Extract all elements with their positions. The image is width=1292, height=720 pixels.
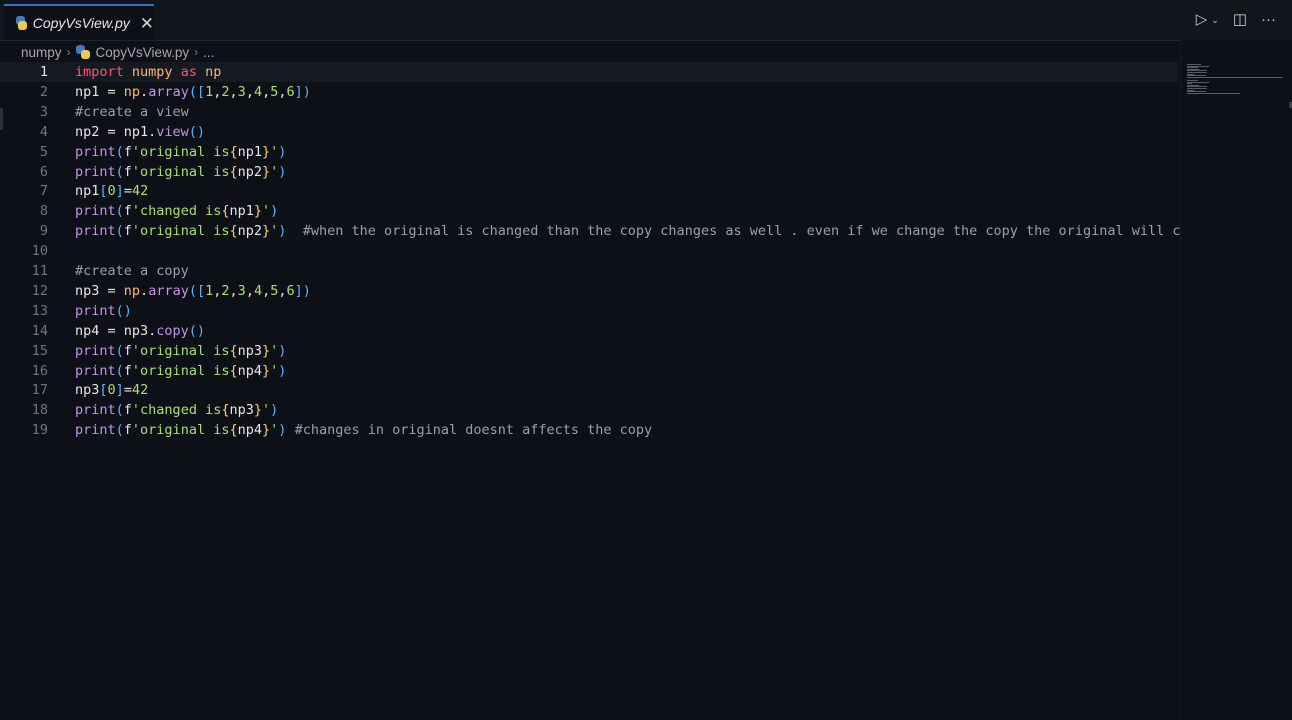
more-actions-icon[interactable]: ···: [1261, 10, 1276, 30]
code-line[interactable]: 7 np1[0]=42: [0, 181, 1180, 201]
line-number: 4: [39, 123, 48, 140]
code-text: np3 = np.array([1,2,3,4,5,6]): [75, 282, 311, 299]
line-number: 19: [31, 422, 48, 439]
code-line[interactable]: 6 print(f'original is{np2}'): [0, 162, 1180, 182]
run-icon[interactable]: ▷: [1196, 10, 1208, 30]
code-line[interactable]: 13 print(): [0, 301, 1180, 321]
line-number: 16: [31, 362, 48, 379]
line-number: 2: [39, 83, 48, 100]
tab-copyvsview[interactable]: CopyVsView.py ✕: [4, 4, 154, 40]
code-line[interactable]: 10: [0, 241, 1180, 261]
code-text: np3[0]=42: [75, 382, 149, 399]
chevron-right-icon: ›: [66, 45, 71, 59]
code-text: np1 = np.array([1,2,3,4,5,6]): [75, 83, 311, 100]
code-text: print(f'original is{np1}'): [75, 143, 287, 160]
code-text: print(f'original is{np4}'): [75, 362, 287, 379]
line-number: 17: [31, 382, 48, 399]
line-number: 12: [31, 282, 48, 299]
line-number: 5: [39, 143, 48, 160]
code-line[interactable]: 9 print(f'original is{np2}') #when the or…: [0, 221, 1189, 241]
editor-window: CopyVsView.py ✕ ▷ ⌄ ◫ ··· numpy › CopyVs…: [0, 0, 1292, 720]
line-number: 15: [31, 342, 48, 359]
line-number: 7: [39, 183, 48, 200]
code-text: print(f'changed is{np3}'): [75, 402, 279, 419]
code-line[interactable]: 12 np3 = np.array([1,2,3,4,5,6]): [0, 281, 1180, 301]
code-line[interactable]: 5 print(f'original is{np1}'): [0, 142, 1180, 162]
breadcrumb-folder[interactable]: numpy: [21, 45, 62, 60]
line-number: 13: [31, 302, 48, 319]
line-number: 3: [39, 103, 48, 120]
code-line[interactable]: 15 print(f'original is{np3}'): [0, 341, 1180, 361]
code-line[interactable]: 18 print(f'changed is{np3}'): [0, 400, 1180, 420]
tab-bar: CopyVsView.py ✕ ▷ ⌄ ◫ ···: [0, 0, 1292, 41]
code-editor[interactable]: 1 import numpy as np 2 np1 = np.array([1,2,…: [0, 62, 1189, 720]
code-line[interactable]: 1 import numpy as np: [0, 62, 1180, 82]
code-line[interactable]: 17 np3[0]=42: [0, 380, 1180, 400]
chevron-right-icon: ›: [194, 45, 199, 59]
tab-title: CopyVsView.py: [32, 15, 130, 31]
code-line[interactable]: 4 np2 = np1.view(): [0, 122, 1180, 142]
code-text: print(f'changed is{np1}'): [75, 203, 279, 220]
code-line[interactable]: 16 print(f'original is{np4}'): [0, 361, 1180, 381]
code-text: #create a view: [75, 103, 189, 120]
minimap-line: [1187, 76, 1283, 78]
code-text: np1[0]=42: [75, 183, 149, 200]
python-icon: [16, 16, 27, 30]
code-line[interactable]: 14 np4 = np3.copy(): [0, 321, 1180, 341]
code-text: np2 = np1.view(): [75, 123, 206, 140]
code-text: print(): [75, 302, 132, 319]
line-number: 8: [39, 203, 48, 220]
code-text: print(f'original is{np2}'): [75, 163, 287, 180]
code-text: print(f'original is{np2}') #when the ori…: [75, 223, 1189, 240]
line-number: 1: [39, 64, 48, 80]
breadcrumb: numpy › CopyVsView.py › ...: [0, 41, 1201, 63]
code-text: print(f'original is{np3}'): [75, 342, 287, 359]
editor-actions: ▷ ⌄ ◫ ···: [1196, 10, 1276, 30]
breadcrumb-more[interactable]: ...: [203, 45, 214, 60]
line-number: 11: [31, 263, 48, 279]
code-text: import numpy as np: [75, 64, 222, 80]
line-number: 18: [31, 402, 48, 419]
minimap[interactable]: [1180, 40, 1292, 720]
code-text: #create a copy: [75, 263, 189, 279]
line-number: 9: [39, 223, 48, 240]
line-number: 6: [39, 163, 48, 180]
code-line[interactable]: 19 print(f'original is{np4}') #changes in…: [0, 420, 1180, 440]
code-line[interactable]: 8 print(f'changed is{np1}'): [0, 201, 1180, 221]
code-text: np4 = np3.copy(): [75, 322, 206, 339]
code-line[interactable]: 2 np1 = np.array([1,2,3,4,5,6]): [0, 82, 1180, 102]
chevron-down-icon[interactable]: ⌄: [1211, 10, 1219, 30]
minimap-line: [1187, 92, 1241, 94]
python-icon: [75, 45, 90, 59]
line-number: 10: [31, 243, 48, 260]
breadcrumb-file[interactable]: CopyVsView.py: [96, 45, 190, 60]
code-line[interactable]: 11 #create a copy: [0, 261, 1180, 281]
split-editor-icon[interactable]: ◫: [1233, 10, 1247, 30]
code-line[interactable]: 3 #create a view: [0, 102, 1180, 122]
code-text: print(f'original is{np4}') #changes in o…: [75, 422, 653, 439]
line-number: 14: [31, 322, 48, 339]
close-icon[interactable]: ✕: [140, 15, 154, 32]
